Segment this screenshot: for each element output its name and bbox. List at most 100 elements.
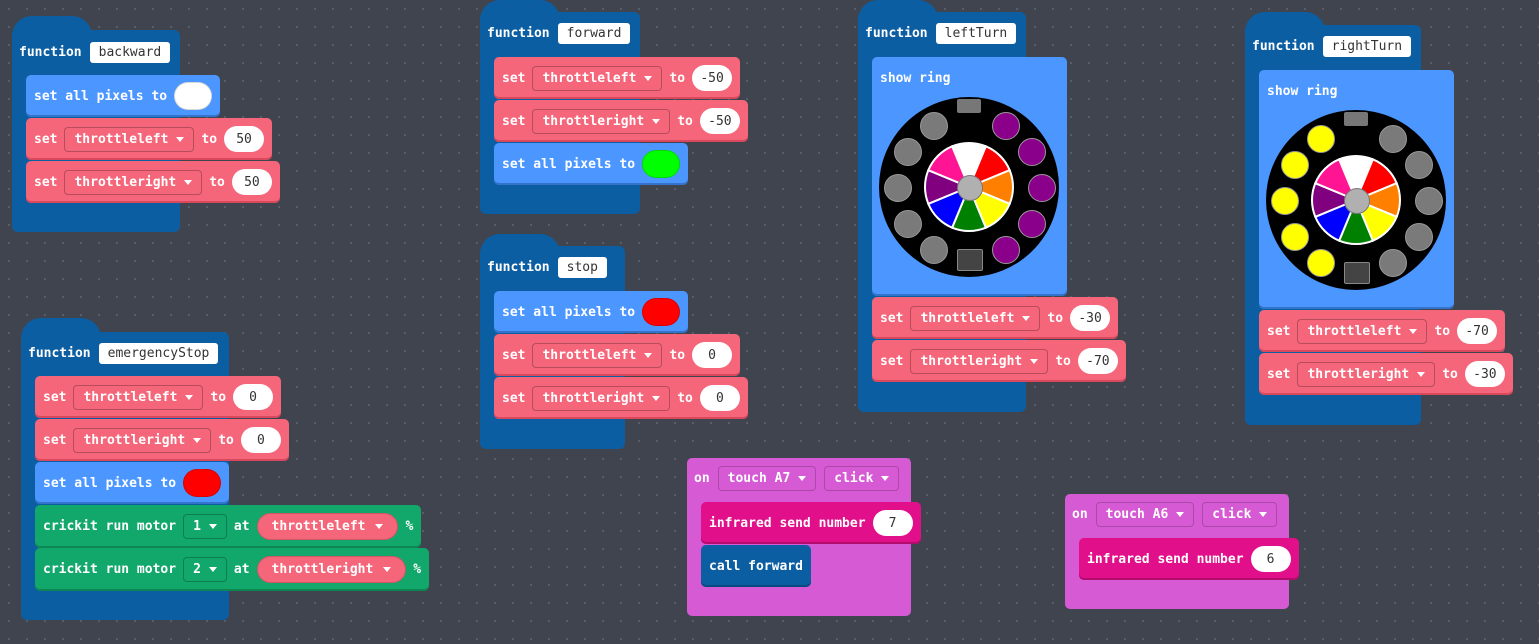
function-name-field[interactable]: forward bbox=[557, 23, 631, 44]
set-variable-block[interactable]: set throttleright to -30 bbox=[1259, 353, 1513, 395]
chevron-down-icon bbox=[184, 179, 193, 185]
number-input[interactable]: -50 bbox=[699, 108, 740, 134]
chevron-down-icon bbox=[176, 136, 185, 142]
set-label: set bbox=[502, 113, 526, 129]
set-variable-block[interactable]: set throttleleft to 0 bbox=[494, 334, 741, 376]
function-name-field[interactable]: leftTurn bbox=[935, 23, 1017, 44]
set-all-pixels-block[interactable]: set all pixels to bbox=[494, 143, 689, 185]
set-variable-block[interactable]: set throttleright to -50 bbox=[494, 100, 748, 142]
ring-led[interactable] bbox=[920, 111, 948, 140]
variable-reporter[interactable]: throttleleft bbox=[256, 513, 399, 540]
variable-dropdown[interactable]: throttleleft bbox=[532, 65, 663, 91]
number-input[interactable]: 0 bbox=[692, 342, 733, 368]
number-input[interactable]: -70 bbox=[1077, 348, 1118, 374]
number-input[interactable]: -50 bbox=[692, 65, 733, 91]
number-input[interactable]: 50 bbox=[231, 169, 272, 195]
color-swatch-white[interactable] bbox=[174, 82, 213, 110]
chevron-down-icon bbox=[644, 352, 653, 358]
variable-dropdown[interactable]: throttleleft bbox=[1297, 318, 1428, 344]
ring-led[interactable] bbox=[884, 174, 912, 202]
ring-led[interactable] bbox=[1280, 223, 1309, 251]
number-input[interactable]: 0 bbox=[233, 384, 274, 410]
on-label: on bbox=[1072, 507, 1088, 522]
number-input[interactable]: 6 bbox=[1250, 546, 1291, 572]
ring-led[interactable] bbox=[1028, 174, 1056, 202]
color-swatch-red[interactable] bbox=[642, 298, 681, 326]
ring-led[interactable] bbox=[893, 210, 922, 238]
ring-led[interactable] bbox=[1307, 124, 1335, 153]
pin-dropdown[interactable]: touch A7 bbox=[717, 466, 817, 491]
crickit-run-motor-label: crickit run motor bbox=[43, 562, 177, 577]
set-label: set bbox=[880, 310, 904, 326]
variable-dropdown[interactable]: throttleright bbox=[532, 385, 671, 411]
show-ring-block[interactable]: show ring bbox=[1259, 70, 1454, 309]
number-input[interactable]: 0 bbox=[240, 427, 281, 453]
ring-led[interactable] bbox=[992, 111, 1020, 140]
number-input[interactable]: 50 bbox=[224, 126, 265, 152]
percent-label: % bbox=[405, 519, 414, 534]
number-input[interactable]: 7 bbox=[872, 510, 913, 536]
show-ring-block[interactable]: show ring bbox=[872, 57, 1067, 296]
set-variable-block[interactable]: set throttleleft to -70 bbox=[1259, 310, 1506, 352]
infrared-send-block[interactable]: infrared send number 7 bbox=[701, 502, 921, 544]
ring-led[interactable] bbox=[1379, 124, 1407, 153]
motor-dropdown[interactable]: 1 bbox=[183, 514, 227, 539]
set-variable-block[interactable]: set throttleright to 0 bbox=[494, 377, 748, 419]
ring-led[interactable] bbox=[1271, 187, 1299, 215]
set-all-pixels-block[interactable]: set all pixels to bbox=[35, 462, 230, 504]
action-dropdown[interactable]: click bbox=[1202, 502, 1278, 527]
set-variable-block[interactable]: set throttleright to -70 bbox=[872, 340, 1126, 382]
function-name-field[interactable]: backward bbox=[89, 42, 171, 63]
set-variable-block[interactable]: set throttleleft to 0 bbox=[35, 376, 282, 418]
set-variable-block[interactable]: set throttleright to 50 bbox=[26, 161, 280, 203]
pin-name: touch A7 bbox=[727, 471, 791, 486]
ring-editor[interactable] bbox=[1266, 110, 1446, 290]
variable-dropdown[interactable]: throttleright bbox=[64, 169, 203, 195]
number-input[interactable]: 0 bbox=[699, 385, 740, 411]
set-variable-block[interactable]: set throttleleft to 50 bbox=[26, 118, 273, 160]
set-all-pixels-block[interactable]: set all pixels to bbox=[26, 75, 221, 117]
function-keyword: function bbox=[487, 260, 550, 275]
function-name-field[interactable]: rightTurn bbox=[1322, 36, 1412, 57]
number-input[interactable]: -30 bbox=[1464, 361, 1505, 387]
variable-name: throttleright bbox=[271, 562, 374, 577]
color-swatch-red[interactable] bbox=[183, 469, 222, 497]
variable-dropdown[interactable]: throttleleft bbox=[910, 305, 1041, 331]
infrared-send-block[interactable]: infrared send number 6 bbox=[1079, 538, 1299, 580]
function-name-field[interactable]: stop bbox=[557, 257, 607, 278]
infrared-send-label: infrared send number bbox=[1087, 551, 1244, 567]
to-label: to bbox=[1047, 310, 1064, 326]
set-label: set bbox=[43, 389, 67, 405]
call-forward-block[interactable]: call forward bbox=[701, 545, 811, 587]
chevron-down-icon bbox=[185, 394, 194, 400]
set-all-pixels-block[interactable]: set all pixels to bbox=[494, 291, 689, 333]
ring-led[interactable] bbox=[893, 138, 922, 166]
crickit-run-motor-block[interactable]: crickit run motor 2 at throttleright % bbox=[35, 548, 430, 591]
variable-dropdown[interactable]: throttleright bbox=[532, 108, 671, 134]
set-variable-block[interactable]: set throttleleft to -50 bbox=[494, 57, 741, 99]
crickit-run-motor-block[interactable]: crickit run motor 1 at throttleleft % bbox=[35, 505, 422, 548]
variable-dropdown[interactable]: throttleleft bbox=[73, 384, 204, 410]
action-dropdown[interactable]: click bbox=[824, 466, 900, 491]
pin-dropdown[interactable]: touch A6 bbox=[1095, 502, 1195, 527]
chevron-down-icon bbox=[1030, 358, 1039, 364]
variable-dropdown[interactable]: throttleleft bbox=[532, 342, 663, 368]
variable-dropdown[interactable]: throttleright bbox=[1297, 361, 1436, 387]
color-swatch-green[interactable] bbox=[642, 150, 681, 178]
ring-led[interactable] bbox=[1280, 151, 1309, 179]
variable-dropdown[interactable]: throttleright bbox=[910, 348, 1049, 374]
variable-dropdown[interactable]: throttleleft bbox=[64, 126, 195, 152]
variable-dropdown[interactable]: throttleright bbox=[73, 427, 212, 453]
set-variable-block[interactable]: set throttleleft to -30 bbox=[872, 297, 1119, 339]
motor-dropdown[interactable]: 2 bbox=[183, 557, 227, 582]
ring-led[interactable] bbox=[1415, 187, 1443, 215]
ring-editor[interactable] bbox=[879, 97, 1059, 277]
number-input[interactable]: -30 bbox=[1070, 305, 1111, 331]
set-label: set bbox=[880, 353, 904, 369]
variable-name: throttleright bbox=[74, 174, 177, 190]
action-name: click bbox=[1212, 507, 1252, 522]
number-input[interactable]: -70 bbox=[1457, 318, 1498, 344]
set-variable-block[interactable]: set throttleright to 0 bbox=[35, 419, 289, 461]
variable-reporter[interactable]: throttleright bbox=[256, 556, 407, 583]
function-name-field[interactable]: emergencyStop bbox=[98, 343, 219, 364]
